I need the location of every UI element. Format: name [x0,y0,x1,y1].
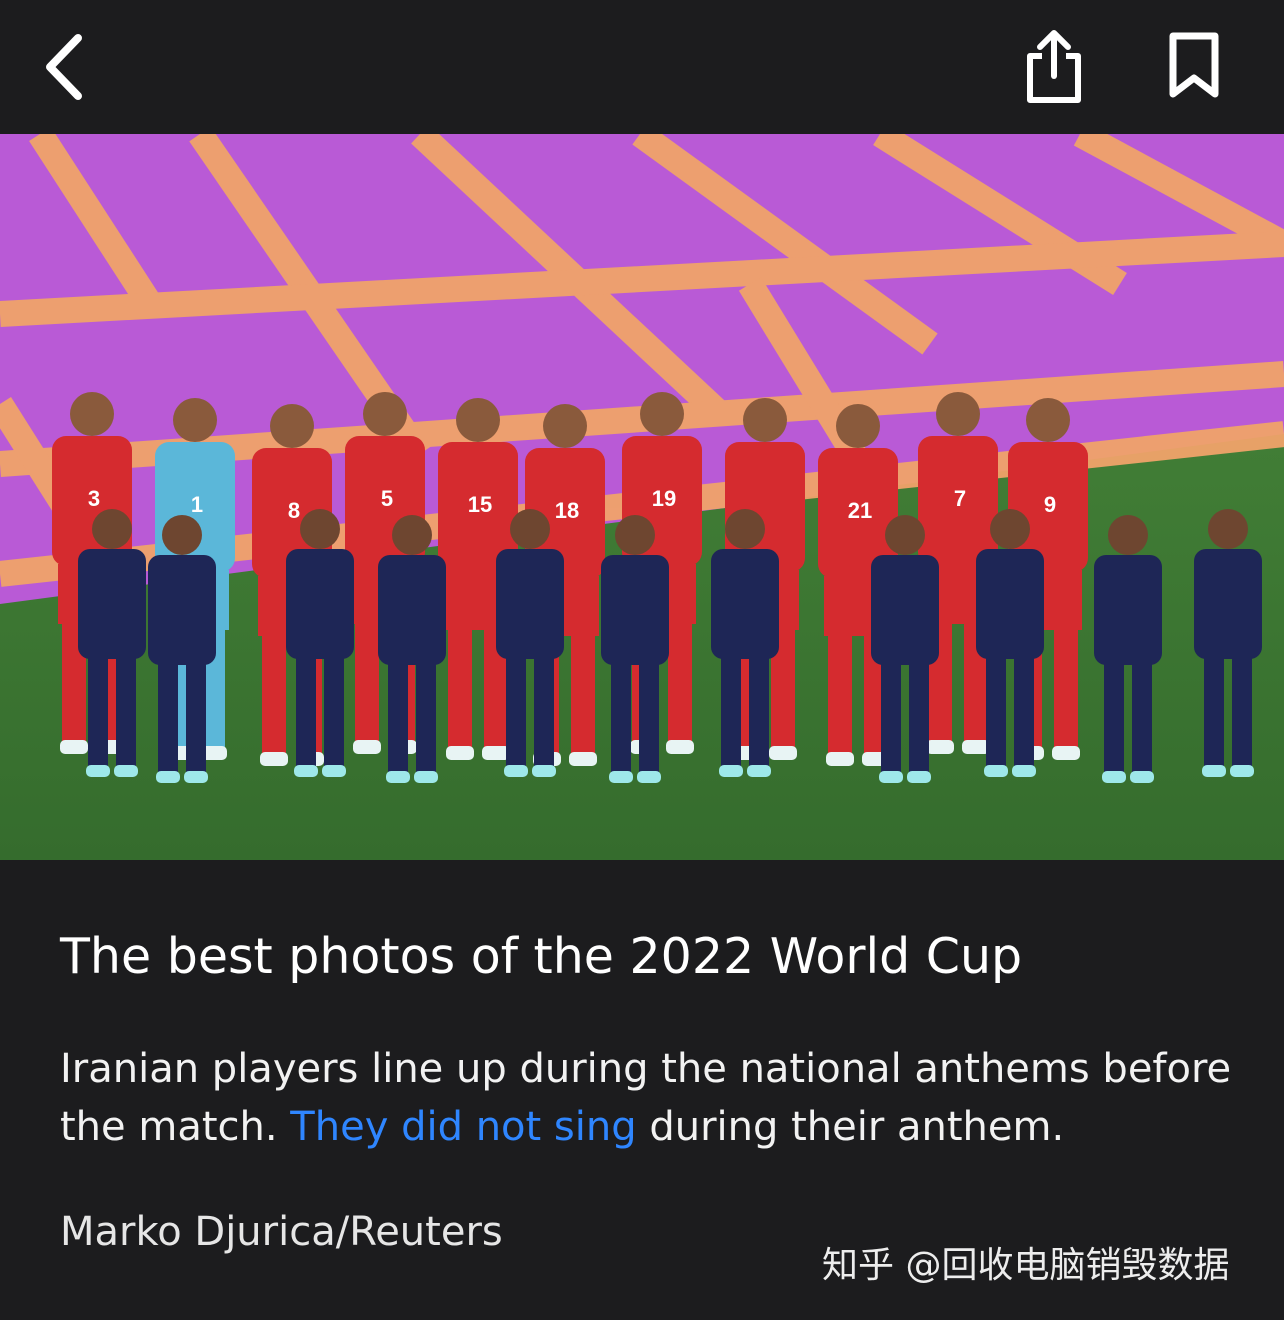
jersey-number: 21 [848,498,872,523]
share-icon [1027,30,1081,103]
jersey-number: 9 [1044,492,1056,517]
jersey-number: 15 [468,492,492,517]
watermark: 知乎 @回收电脑销毁数据 [822,1245,1230,1286]
photo-credit: Marko Djurica/Reuters [60,1209,503,1255]
jersey-number: 3 [88,486,100,511]
team-lineup-photo: 3 1 8 5 15 18 19 21 7 9 [0,134,1284,860]
bookmark-button[interactable] [1160,30,1228,102]
jersey-number: 8 [288,498,300,523]
jersey-number: 1 [191,492,203,517]
caption-link[interactable]: They did not sing [290,1104,636,1150]
top-toolbar [0,0,1284,134]
bookmark-icon [1169,32,1219,98]
article-photo[interactable]: 3 1 8 5 15 18 19 21 7 9 [0,134,1284,860]
jersey-number: 5 [381,486,393,511]
caption-text-end: during their anthem. [636,1104,1065,1150]
chevron-left-icon [46,34,82,100]
back-button[interactable] [30,30,100,104]
share-button[interactable] [1018,26,1090,106]
photo-caption: Iranian players line up during the natio… [60,1040,1260,1156]
article-title: The best photos of the 2022 World Cup [60,928,1023,985]
jersey-number: 7 [954,486,966,511]
jersey-number: 19 [652,486,676,511]
jersey-number: 18 [555,498,579,523]
